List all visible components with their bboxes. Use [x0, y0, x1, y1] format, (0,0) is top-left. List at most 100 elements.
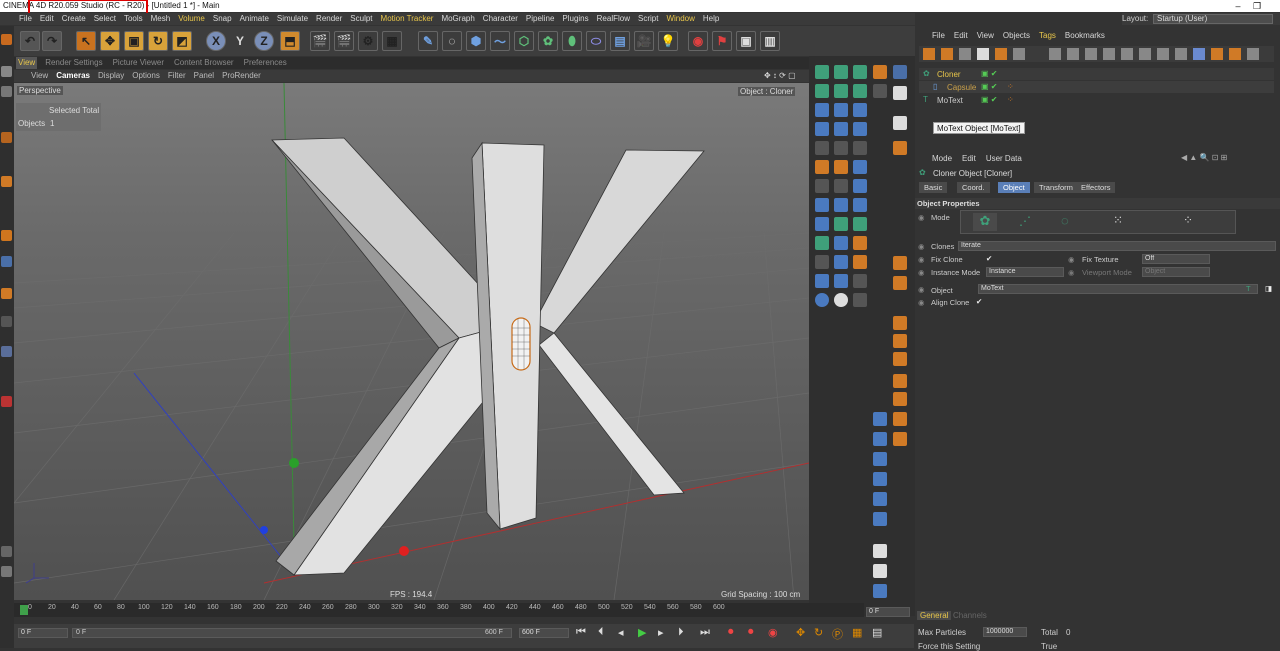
- coordinate-system-icon[interactable]: ⬒: [280, 31, 300, 51]
- object-mode-icon[interactable]: [893, 256, 907, 270]
- menu-pipeline[interactable]: Pipeline: [526, 13, 554, 25]
- motext-tag-icon[interactable]: ⁘: [1007, 95, 1014, 104]
- array-icon[interactable]: ⬮: [562, 31, 582, 51]
- tab-channels[interactable]: Channels: [953, 611, 987, 620]
- vmenu-filter[interactable]: Filter: [168, 70, 186, 82]
- grid-icon[interactable]: [1, 86, 12, 97]
- scale-key-icon[interactable]: Ⓟ: [832, 626, 843, 642]
- om-tag-icon-11[interactable]: [1229, 48, 1241, 60]
- field-cone-icon[interactable]: [815, 293, 829, 307]
- recent-tools-icon[interactable]: ◩: [172, 31, 192, 51]
- om-new-tag-icon[interactable]: [1013, 48, 1025, 60]
- step-forward-icon[interactable]: ▸: [658, 626, 664, 639]
- field-python-icon[interactable]: [834, 198, 848, 212]
- tag-display-icon[interactable]: [873, 472, 887, 486]
- om-menu-edit[interactable]: Edit: [954, 30, 968, 42]
- live-selection-icon[interactable]: ↖: [76, 31, 96, 51]
- field-shader-icon[interactable]: [834, 179, 848, 193]
- render-queue-icon[interactable]: ▦: [382, 31, 402, 51]
- tab-picture-viewer[interactable]: Picture Viewer: [111, 57, 166, 69]
- rotation-key-icon[interactable]: ↻: [814, 626, 823, 639]
- effector-random-icon[interactable]: [834, 103, 848, 117]
- render-view-icon[interactable]: 🎬: [310, 31, 330, 51]
- view-3d-icon[interactable]: [893, 86, 907, 100]
- menu-edit[interactable]: Edit: [40, 13, 54, 25]
- am-nav-icons[interactable]: ◀ ▲ 🔍 ⊡ ⊞: [1181, 153, 1227, 162]
- edit-render-settings-icon[interactable]: ⚙: [358, 31, 378, 51]
- om-tag-icon-3[interactable]: [1085, 48, 1097, 60]
- render-picture-viewer-icon[interactable]: 🎬: [334, 31, 354, 51]
- light-icon[interactable]: 💡: [658, 31, 678, 51]
- home-up-icon[interactable]: [941, 48, 953, 60]
- tag-hair-icon[interactable]: [873, 584, 887, 598]
- om-tag-icon-12[interactable]: [1247, 48, 1259, 60]
- menu-plugins[interactable]: Plugins: [562, 13, 588, 25]
- subdivision-surface-icon[interactable]: ⬡: [514, 31, 534, 51]
- tag-cloth-icon[interactable]: [873, 564, 887, 578]
- mograph-voronoi-icon[interactable]: [853, 84, 867, 98]
- menu-animate[interactable]: Animate: [240, 13, 269, 25]
- current-frame-field[interactable]: 0 F: [866, 607, 910, 617]
- field-capsule-icon[interactable]: [853, 274, 867, 288]
- menu-simulate[interactable]: Simulate: [277, 13, 308, 25]
- object-link-field[interactable]: MoText: [978, 284, 1258, 294]
- snap-icon[interactable]: [1, 288, 12, 299]
- fix-texture-radio-icon[interactable]: ◉: [1068, 255, 1075, 264]
- mode-object-icon[interactable]: ✿: [973, 213, 997, 231]
- align-clone-radio-icon[interactable]: ◉: [918, 298, 925, 307]
- rotate-tool-icon[interactable]: ↻: [148, 31, 168, 51]
- move-up-icon[interactable]: [893, 374, 907, 388]
- edges-mode-icon[interactable]: [1, 230, 12, 241]
- tag-texture-icon[interactable]: [873, 432, 887, 446]
- menu-select[interactable]: Select: [94, 13, 116, 25]
- om-tag-icon-6[interactable]: [1139, 48, 1151, 60]
- y-axis-lock-icon[interactable]: Y: [230, 31, 250, 51]
- om-tag-icon-1[interactable]: [1049, 48, 1061, 60]
- cube-icon[interactable]: [1, 132, 12, 143]
- menu-realflow[interactable]: RealFlow: [597, 13, 630, 25]
- tab-view[interactable]: View: [16, 57, 38, 69]
- restore-button[interactable]: ❐: [1247, 0, 1267, 12]
- am-menu-mode[interactable]: Mode: [932, 153, 952, 165]
- mode-linear-icon[interactable]: ⋰: [1019, 214, 1031, 228]
- effector-target-icon[interactable]: [853, 141, 867, 155]
- menu-help[interactable]: Help: [703, 13, 719, 25]
- axis-icon[interactable]: [1, 346, 12, 357]
- effector-shader-icon[interactable]: [853, 103, 867, 117]
- previous-key-icon[interactable]: ⏴: [598, 626, 604, 639]
- timeline-menu-icon[interactable]: ▤: [872, 626, 882, 639]
- tag-xpresso-icon[interactable]: [873, 512, 887, 526]
- vmenu-display[interactable]: Display: [98, 70, 124, 82]
- clones-dropdown[interactable]: Iterate: [958, 241, 1276, 251]
- mograph-fracture-icon[interactable]: [853, 65, 867, 79]
- floor-icon[interactable]: ▤: [610, 31, 630, 51]
- menu-snap[interactable]: Snap: [213, 13, 232, 25]
- menu-file[interactable]: File: [19, 13, 32, 25]
- chart-icon[interactable]: [893, 432, 907, 446]
- field-radial-icon[interactable]: [834, 274, 848, 288]
- field-random-icon[interactable]: [815, 179, 829, 193]
- go-to-start-icon[interactable]: ⏮: [576, 626, 586, 639]
- tab-preferences[interactable]: Preferences: [242, 57, 289, 69]
- motext-visibility-icon[interactable]: ▣ ✔: [981, 95, 997, 104]
- perspective-viewport[interactable]: Perspective Object : Cloner Selected Tot…: [14, 83, 809, 600]
- fix-clone-checkbox[interactable]: ✔: [986, 254, 992, 263]
- field-spline-icon[interactable]: [815, 274, 829, 288]
- camera-label[interactable]: Perspective: [17, 86, 63, 95]
- object-link-radio-icon[interactable]: ◉: [918, 285, 925, 294]
- field-group-icon[interactable]: [853, 198, 867, 212]
- tab-coord[interactable]: Coord.: [957, 182, 990, 193]
- uv-icon[interactable]: [893, 65, 907, 79]
- om-tag-icon-4[interactable]: [1103, 48, 1115, 60]
- mode-honeycomb-icon[interactable]: ⁘: [1183, 213, 1193, 227]
- param-key-icon[interactable]: ▦: [852, 626, 862, 639]
- field-clamp-icon[interactable]: [853, 236, 867, 250]
- field-delay-icon[interactable]: [834, 217, 848, 231]
- field-linear-icon[interactable]: [815, 160, 829, 174]
- vmenu-view[interactable]: View: [31, 70, 48, 82]
- playhead[interactable]: [20, 605, 28, 615]
- menu-render[interactable]: Render: [316, 13, 342, 25]
- align-clone-checkbox[interactable]: ✔: [976, 297, 982, 306]
- tree-row-capsule[interactable]: ▯ Capsule ▣ ✔ ⁘: [919, 81, 1274, 93]
- om-tag-icon-7[interactable]: [1157, 48, 1169, 60]
